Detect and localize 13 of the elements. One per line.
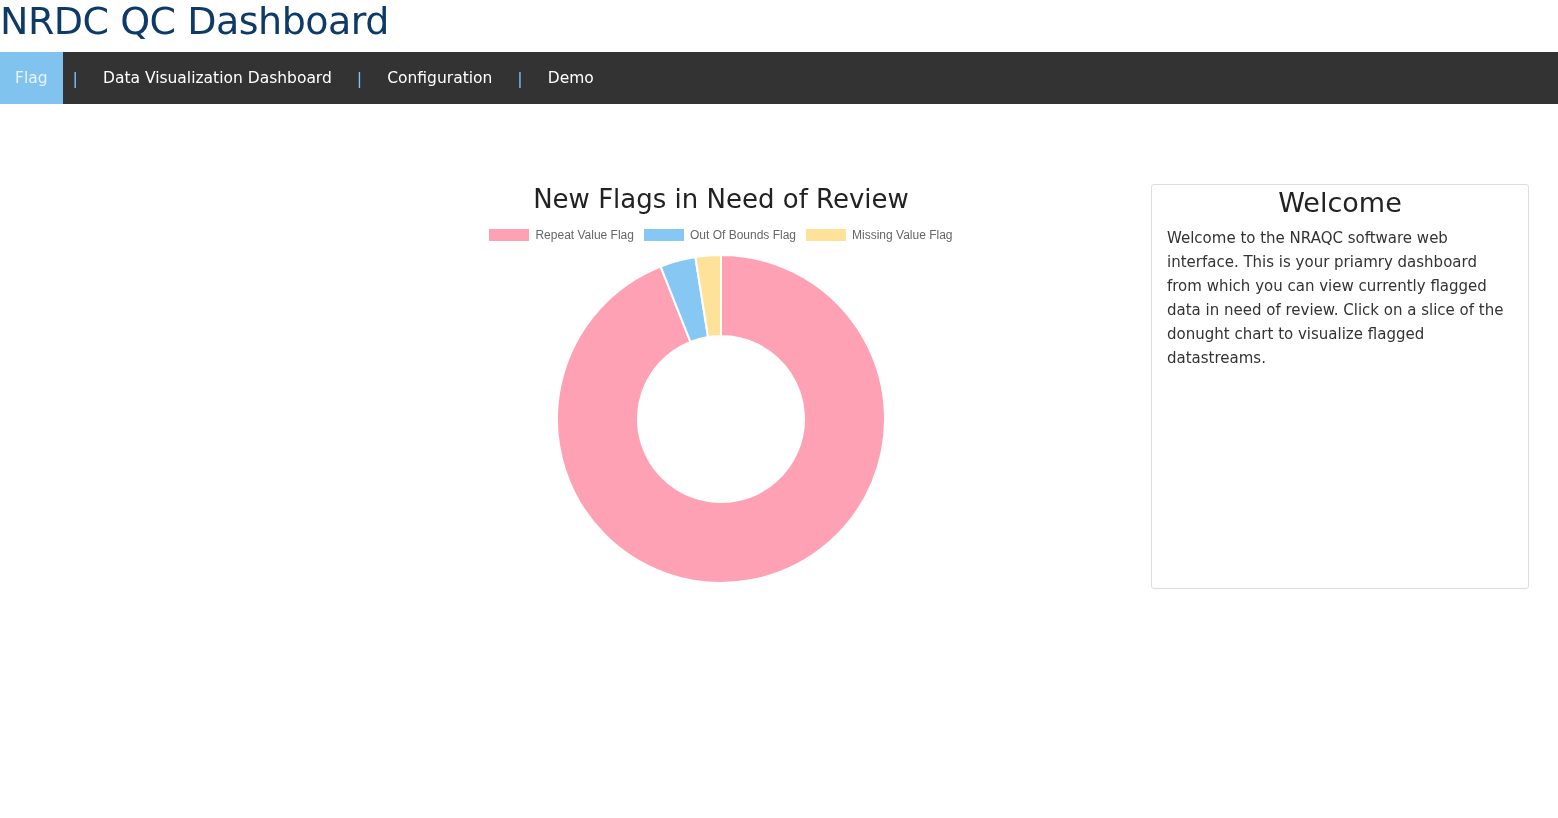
welcome-title: Welcome [1277, 186, 1403, 220]
legend-label: Out Of Bounds Flag [689, 228, 797, 242]
legend-label: Missing Value Flag [852, 228, 953, 242]
nav-separator: | [71, 68, 79, 88]
nav-tab[interactable]: Demo [532, 52, 609, 104]
nav-separator: | [516, 68, 524, 88]
nav-tab[interactable]: Data Visualization Dashboard [87, 52, 347, 104]
nav-separator: | [355, 68, 364, 88]
chart-title: New Flags in Need of Review [533, 184, 909, 214]
legend-label: Repeat Value Flag [535, 228, 634, 242]
welcome-text: Welcome to the NRAQC software web interface. This is your priamry dashboard from which you can view currently flagged data in need of review. Click on a slice of the donught chart to visualize flagged datastreams. [1167, 228, 1505, 369]
nav-tab[interactable]: Configuration [372, 52, 508, 104]
page-title: NRDC QC Dashboard [0, 0, 390, 45]
